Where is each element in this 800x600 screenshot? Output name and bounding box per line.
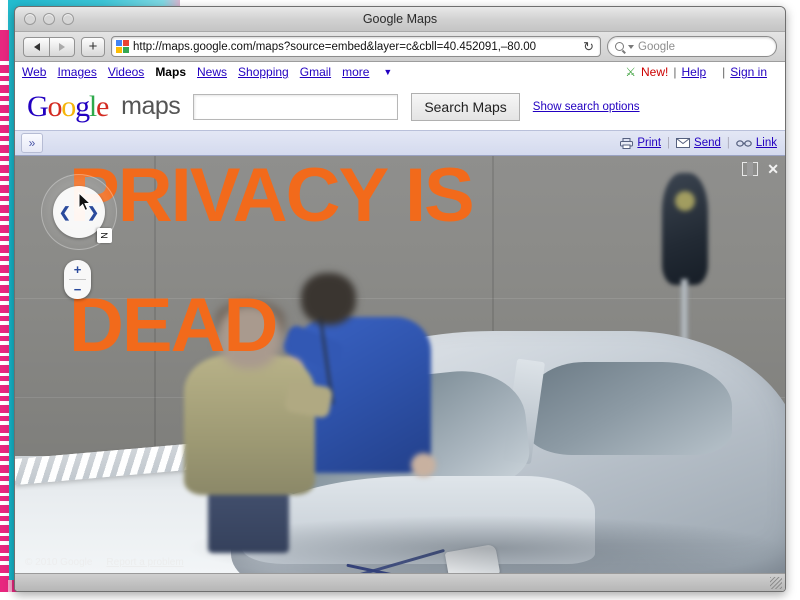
link-link[interactable]: Link <box>756 137 777 149</box>
labs-flask-icon: ⚔ <box>625 65 637 79</box>
maps-header: Google maps Search Maps Show search opti… <box>15 83 785 130</box>
reload-icon[interactable]: ↻ <box>583 39 596 55</box>
street-view-image[interactable] <box>15 156 785 573</box>
desktop-pink-left-strip <box>0 56 9 580</box>
nav-separator-2: | <box>722 65 726 79</box>
back-button[interactable] <box>23 36 49 57</box>
person-olive-jacket <box>184 301 334 553</box>
expand-panel-button[interactable]: » <box>21 133 43 153</box>
page-content: Web Images Videos Maps News Shopping Gma… <box>15 62 785 591</box>
maps-search-input[interactable] <box>193 93 399 120</box>
address-bar[interactable]: http://maps.google.com/maps?source=embed… <box>111 36 601 57</box>
send-link[interactable]: Send <box>694 137 721 149</box>
search-maps-button[interactable]: Search Maps <box>411 92 520 121</box>
zoom-in-button[interactable]: + <box>64 260 91 279</box>
nav-link-gmail[interactable]: Gmail <box>300 65 331 79</box>
logo-letter-l: l <box>88 89 97 123</box>
nav-link-news[interactable]: News <box>197 65 227 79</box>
window-status-bar <box>15 573 785 591</box>
close-icon[interactable]: ✕ <box>767 162 779 176</box>
desktop-pink-corner <box>0 30 9 58</box>
street-view-panel[interactable]: PRIVACY IS DEAD ❮ ❯ N + − ✕ © 2010 Googl… <box>15 156 785 573</box>
street-view-pan-control[interactable]: ❮ ❯ N <box>41 174 117 250</box>
logo-letter-g2: g <box>75 89 90 123</box>
minimize-window-button[interactable] <box>43 13 55 25</box>
show-search-options-link[interactable]: Show search options <box>533 101 640 113</box>
new-badge: New! <box>641 65 669 79</box>
browser-search-placeholder: Google <box>638 40 676 53</box>
navigation-buttons <box>23 36 75 57</box>
more-caret-icon[interactable]: ▼ <box>383 67 392 77</box>
forward-arrow-icon <box>59 42 65 51</box>
google-top-nav-right: ⚔ New! | Help | Sign in <box>625 65 778 79</box>
window-traffic-lights <box>24 13 74 25</box>
help-link[interactable]: Help <box>681 65 706 79</box>
logo-letter-o2: o <box>61 89 76 123</box>
map-toolbar: » Print | Send | Link <box>15 130 785 156</box>
logo-letter-e: e <box>96 89 109 123</box>
nav-link-videos[interactable]: Videos <box>108 65 144 79</box>
url-text: http://maps.google.com/maps?source=embed… <box>133 40 537 53</box>
nav-link-images[interactable]: Images <box>57 65 96 79</box>
link-action[interactable]: Link <box>736 137 777 149</box>
window-title: Google Maps <box>362 12 438 26</box>
pan-right-arrow-icon[interactable]: ❯ <box>87 204 99 221</box>
chevron-down-icon <box>628 44 634 49</box>
logo-letter-o1: o <box>47 89 62 123</box>
envelope-icon <box>676 138 691 148</box>
close-window-button[interactable] <box>24 13 36 25</box>
toolbar-divider-1: | <box>667 137 671 149</box>
window-titlebar[interactable]: Google Maps <box>15 7 785 32</box>
google-favicon-icon <box>116 40 129 53</box>
fullscreen-icon[interactable] <box>742 162 759 176</box>
send-action[interactable]: Send <box>676 137 721 149</box>
street-view-window-controls: ✕ <box>742 162 779 176</box>
toolbar-divider-2: | <box>726 137 730 149</box>
new-tab-button[interactable]: + <box>81 36 105 57</box>
chain-link-icon <box>736 139 752 147</box>
browser-search-field[interactable]: Google <box>607 36 777 57</box>
print-link[interactable]: Print <box>637 137 661 149</box>
nav-link-maps-current[interactable]: Maps <box>155 65 186 79</box>
copyright-text: © 2010 Google <box>25 557 93 568</box>
google-logo[interactable]: Google <box>27 89 109 124</box>
street-view-attribution: © 2010 Google Report a problem <box>25 557 184 568</box>
pan-left-arrow-icon[interactable]: ❮ <box>59 204 71 221</box>
street-view-zoom-control[interactable]: + − <box>64 260 91 299</box>
map-toolbar-actions: Print | Send | Link <box>620 137 777 149</box>
north-indicator: N <box>97 228 112 243</box>
printer-icon <box>620 137 634 149</box>
nav-link-shopping[interactable]: Shopping <box>238 65 289 79</box>
sign-in-link[interactable]: Sign in <box>730 65 767 79</box>
zoom-window-button[interactable] <box>62 13 74 25</box>
resize-grip[interactable] <box>770 577 782 589</box>
browser-toolbar: + http://maps.google.com/maps?source=emb… <box>15 32 785 62</box>
logo-letter-g1: G <box>27 89 49 123</box>
browser-window: Google Maps + http://maps.google.com/map… <box>14 6 786 592</box>
google-top-nav: Web Images Videos Maps News Shopping Gma… <box>15 62 785 83</box>
nav-link-web[interactable]: Web <box>22 65 46 79</box>
search-icon <box>615 42 624 51</box>
back-arrow-icon <box>33 42 40 51</box>
nav-separator-1: | <box>673 65 677 79</box>
maps-wordmark: maps <box>121 92 181 120</box>
forward-button[interactable] <box>49 36 75 57</box>
nav-link-more[interactable]: more <box>342 65 369 79</box>
report-problem-link[interactable]: Report a problem <box>106 557 183 568</box>
print-action[interactable]: Print <box>620 137 661 149</box>
